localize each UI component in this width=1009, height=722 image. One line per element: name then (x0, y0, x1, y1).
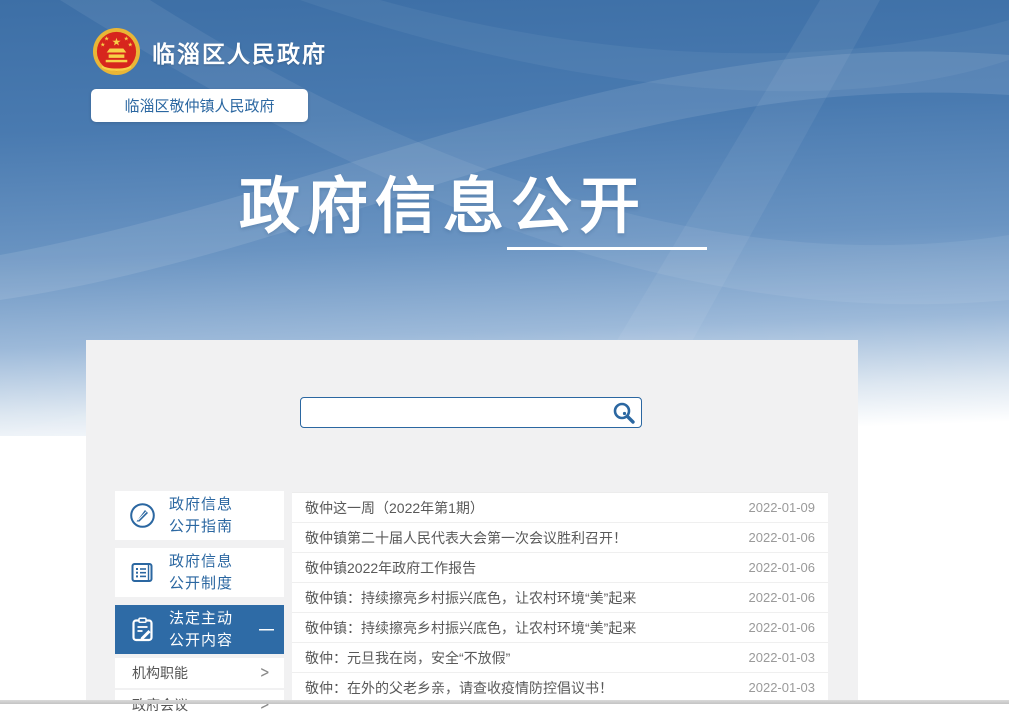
page-title: 政府信息公开 (218, 156, 668, 245)
news-list-item[interactable]: 敬仲镇：持续擦亮乡村振兴底色，让农村环境“美”起来 2022-01-06 (292, 583, 828, 613)
sidebar-item-label: 政府信息 公开指南 (169, 494, 233, 538)
sidebar-subitem-label: 政府会议 (132, 695, 188, 715)
sidebar-item-disclosure-guide[interactable]: 政府信息 公开指南 (115, 491, 284, 540)
site-name: 临淄区人民政府 (152, 35, 327, 69)
sidebar-item-statutory-disclosure[interactable]: 法定主动 公开内容 — (115, 605, 284, 654)
news-title: 敬仲这一周（2022年第1期） (305, 498, 737, 518)
search-input[interactable] (300, 397, 642, 428)
title-underline (507, 247, 707, 250)
chevron-right-icon: > (261, 663, 269, 683)
news-date: 2022-01-06 (749, 620, 816, 635)
china-national-emblem-icon: ★ ★ ★ ★ ★ (92, 27, 141, 76)
sidebar-subitem-label: 机构职能 (132, 663, 188, 683)
news-title: 敬仲镇2022年政府工作报告 (305, 558, 737, 578)
search-button[interactable] (611, 400, 637, 425)
search-box (300, 397, 642, 428)
sidebar-item-label: 法定主动 公开内容 (169, 608, 233, 652)
news-list-item[interactable]: 敬仲镇2022年政府工作报告 2022-01-06 (292, 553, 828, 583)
news-title: 敬仲镇第二十届人民代表大会第一次会议胜利召开！ (305, 528, 737, 548)
clipboard-pencil-icon (129, 616, 156, 643)
search-icon (611, 400, 637, 426)
news-date: 2022-01-03 (749, 680, 816, 695)
news-title: 敬仲：在外的父老乡亲，请查收疫情防控倡议书！ (305, 678, 737, 698)
news-date: 2022-01-09 (749, 500, 816, 515)
bottom-edge-bar (0, 700, 1009, 704)
news-title: 敬仲镇：持续擦亮乡村振兴底色，让农村环境“美”起来 (305, 618, 737, 638)
sidebar: 政府信息 公开指南 政府信息 公开制度 法定主动 (115, 491, 284, 722)
news-title: 敬仲镇：持续擦亮乡村振兴底色，让农村环境“美”起来 (305, 588, 737, 608)
chevron-right-icon: > (261, 695, 269, 715)
sidebar-item-label: 政府信息 公开制度 (169, 551, 233, 595)
town-government-button[interactable]: 临淄区敬仲镇人民政府 (91, 89, 308, 122)
svg-text:★: ★ (112, 37, 122, 49)
news-list-item[interactable]: 敬仲这一周（2022年第1期） 2022-01-09 (292, 493, 828, 523)
news-list-item[interactable]: 敬仲镇：持续擦亮乡村振兴底色，让农村环境“美”起来 2022-01-06 (292, 613, 828, 643)
compass-icon (129, 502, 156, 529)
svg-text:★: ★ (128, 42, 133, 49)
news-date: 2022-01-03 (749, 650, 816, 665)
news-date: 2022-01-06 (749, 590, 816, 605)
sidebar-item-disclosure-system[interactable]: 政府信息 公开制度 (115, 548, 284, 597)
news-list-item[interactable]: 敬仲镇第二十届人民代表大会第一次会议胜利召开！ 2022-01-06 (292, 523, 828, 553)
list-icon (129, 559, 156, 586)
svg-text:★: ★ (100, 42, 105, 49)
sidebar-subitem-org-functions[interactable]: 机构职能 > (115, 658, 284, 688)
sidebar-subitem-government-meetings[interactable]: 政府会议 > (115, 690, 284, 720)
news-date: 2022-01-06 (749, 560, 816, 575)
news-title: 敬仲：元旦我在岗，安全“不放假” (305, 648, 737, 668)
news-list: 敬仲这一周（2022年第1期） 2022-01-09 敬仲镇第二十届人民代表大会… (292, 492, 828, 703)
news-date: 2022-01-06 (749, 530, 816, 545)
news-list-item[interactable]: 敬仲：元旦我在岗，安全“不放假” 2022-01-03 (292, 643, 828, 673)
news-list-item[interactable]: 敬仲：在外的父老乡亲，请查收疫情防控倡议书！ 2022-01-03 (292, 673, 828, 703)
collapse-minus-indicator[interactable]: — (259, 622, 274, 637)
site-header-link[interactable]: ★ ★ ★ ★ ★ 临淄区人民政府 (92, 27, 327, 76)
